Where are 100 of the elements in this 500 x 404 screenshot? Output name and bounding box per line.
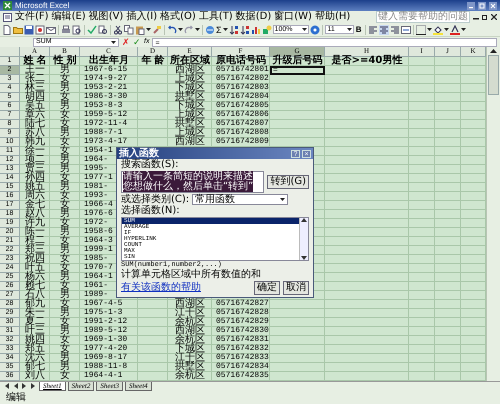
table-cell: 石八 xyxy=(25,289,45,300)
menu-item[interactable]: 插入(I) xyxy=(126,11,158,23)
menu-item[interactable]: 帮助(H) xyxy=(314,11,350,23)
table-cell: 男 xyxy=(60,325,70,336)
scroll-thumb[interactable] xyxy=(488,55,499,95)
email-icon[interactable] xyxy=(46,24,56,34)
table-cell: 祝四 xyxy=(25,253,45,264)
cancel-button[interactable]: 取消 xyxy=(283,281,309,295)
table-cell: 胡四 xyxy=(25,91,45,102)
table-cell: 1991-2-12 xyxy=(84,317,128,326)
caret-icon[interactable] xyxy=(460,27,466,32)
sort-ascending-icon[interactable] xyxy=(228,24,239,34)
table-cell: 1958-6 xyxy=(84,227,113,236)
restore-icon[interactable] xyxy=(482,14,488,20)
table-cell: 1985- xyxy=(84,254,108,263)
table-cell: 姚五 xyxy=(25,181,45,192)
search-field[interactable]: 请输入一条简短的说明来描述您想做什么，然后单击“转到” xyxy=(121,171,264,193)
table-cell: 1953-2-21 xyxy=(84,83,128,92)
table-cell: 1972- xyxy=(84,218,108,227)
table-cell: 05716742807 xyxy=(216,119,269,128)
help-link[interactable]: 有关该函数的帮助 xyxy=(121,283,251,293)
table-cell: 1966-4 xyxy=(84,200,113,209)
cancel-button[interactable]: ✗ xyxy=(122,37,130,47)
table-cell: 男 xyxy=(60,244,70,255)
table-cell: 女 xyxy=(60,136,70,147)
table-cell: 陆七 xyxy=(25,118,45,129)
bold-button[interactable]: B xyxy=(354,24,363,34)
sort-descending-icon[interactable] xyxy=(240,24,250,34)
column-title: 升级后号码 xyxy=(272,55,322,66)
menu-item[interactable]: 视图(V) xyxy=(88,11,124,23)
ok-button[interactable]: 确定 xyxy=(254,281,280,295)
print-icon[interactable] xyxy=(61,24,71,34)
caret-icon[interactable] xyxy=(426,27,432,32)
font-color-icon[interactable] xyxy=(450,24,460,34)
help-search-field[interactable]: 键入需要帮助的问题 xyxy=(376,11,470,23)
borders-icon[interactable] xyxy=(416,24,426,34)
undo-icon[interactable] xyxy=(167,24,177,34)
table-cell: 西湖区 xyxy=(175,136,205,147)
scroll-down-icon[interactable] xyxy=(301,256,307,260)
table-cell: 孙四 xyxy=(25,172,45,183)
sheet-nav-last-icon[interactable] xyxy=(30,382,37,390)
save-icon[interactable] xyxy=(24,24,34,34)
category-dropdown[interactable]: 常用函数 xyxy=(192,194,288,205)
table-cell: 郁九 xyxy=(25,298,45,309)
caret-icon[interactable] xyxy=(178,27,183,32)
table-cell: 1967-4-5 xyxy=(84,299,122,308)
sheet-nav-next-icon[interactable] xyxy=(21,382,28,390)
table-cell: 1973-4-17 xyxy=(84,137,128,146)
enter-button[interactable]: ✓ xyxy=(133,37,141,47)
close-icon[interactable] xyxy=(491,14,497,20)
table-cell: 05716742829 xyxy=(216,317,269,326)
table-cell: 1999-1 xyxy=(84,245,113,254)
table-cell: 05716742827 xyxy=(216,299,269,308)
menu-item[interactable]: 工具(T) xyxy=(198,11,233,23)
go-button[interactable]: 转到(G) xyxy=(267,175,309,189)
cut-icon[interactable] xyxy=(113,24,123,34)
table-cell: 女 xyxy=(60,109,70,120)
table-cell: 1959-5-12 xyxy=(84,110,128,119)
align-left-icon[interactable] xyxy=(368,24,378,34)
table-cell: 夏二 xyxy=(25,316,45,327)
caret-icon[interactable] xyxy=(222,27,228,32)
print-preview-icon[interactable] xyxy=(72,24,82,34)
table-cell: 吴五 xyxy=(25,100,45,111)
minimize-icon[interactable] xyxy=(467,2,475,10)
copy-icon[interactable] xyxy=(124,24,134,34)
align-right-icon[interactable] xyxy=(390,24,400,34)
table-cell: 05716742806 xyxy=(216,110,269,119)
menu-item[interactable]: 编辑(E) xyxy=(52,11,86,23)
fill-color-icon[interactable] xyxy=(432,24,443,34)
menu-item[interactable]: 数据(D) xyxy=(236,11,272,23)
maximize-icon[interactable] xyxy=(478,2,486,10)
sheet-nav-first-icon[interactable] xyxy=(3,382,10,390)
menu-item[interactable]: 格式(O) xyxy=(160,11,196,23)
caret-icon[interactable] xyxy=(195,27,200,32)
format-painter-icon[interactable] xyxy=(152,24,162,34)
paste-icon[interactable] xyxy=(135,24,145,34)
table-cell: 1970-7 xyxy=(84,263,113,272)
table-cell: 1975-1-3 xyxy=(84,308,122,317)
caret-icon[interactable] xyxy=(444,27,449,32)
vertical-scrollbar[interactable] xyxy=(486,47,500,381)
table-cell: 1961- xyxy=(84,281,108,290)
menu-item[interactable]: 窗口(W) xyxy=(274,11,312,23)
chart-icon[interactable] xyxy=(250,24,261,34)
autosum-button[interactable]: Σ xyxy=(216,24,222,34)
align-center-icon[interactable] xyxy=(378,24,389,34)
table-cell: 女 xyxy=(60,343,70,354)
drawing-icon[interactable] xyxy=(262,24,272,34)
research-icon[interactable] xyxy=(98,24,108,34)
table-cell: 郑五 xyxy=(25,343,45,354)
table-cell: 陈一 xyxy=(25,226,45,237)
menu-item[interactable]: 文件(F) xyxy=(15,11,49,23)
caret-icon[interactable] xyxy=(146,27,151,32)
merge-center-icon[interactable] xyxy=(400,24,411,34)
sheet-nav-previous-icon[interactable] xyxy=(12,382,19,390)
table-cell: 女 xyxy=(60,280,70,291)
table-cell: 05716742804 xyxy=(216,92,269,101)
active-cell[interactable]: = xyxy=(270,66,325,75)
table-cell: 男 xyxy=(60,82,70,93)
table-cell: 女 xyxy=(60,253,70,264)
scroll-up-icon[interactable] xyxy=(301,218,307,222)
